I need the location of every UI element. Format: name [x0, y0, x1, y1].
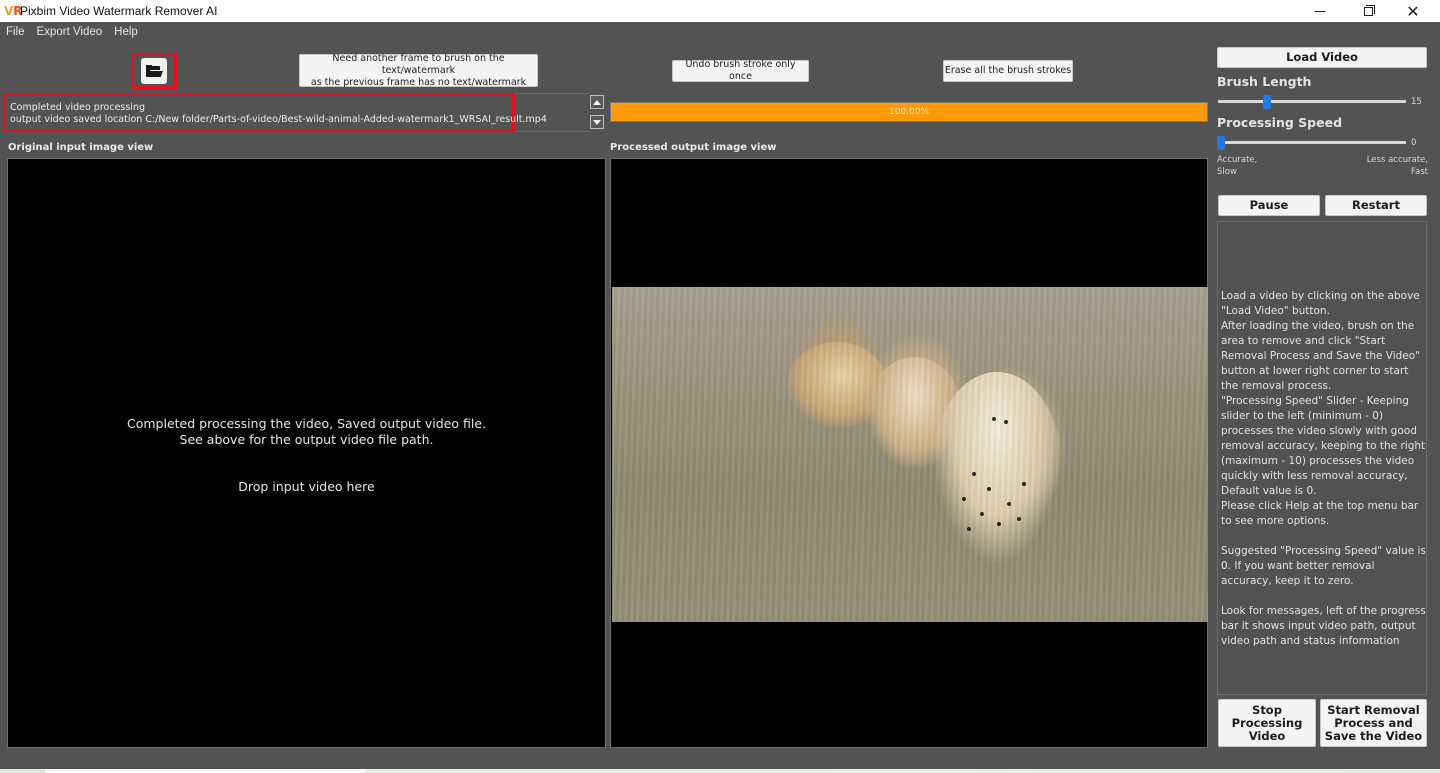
pause-button[interactable]: Pause — [1218, 195, 1320, 216]
menu-bar: File Export Video Help — [0, 22, 1440, 42]
minimize-icon — [1315, 10, 1325, 12]
completion-message-line-1: Completed processing the video, Saved ou… — [127, 416, 486, 431]
help-text-box: Load a video by clicking on the above "L… — [1217, 221, 1427, 695]
restore-button[interactable] — [1345, 0, 1391, 22]
output-image-view — [610, 158, 1208, 748]
open-video-button[interactable] — [141, 58, 167, 84]
window-title: Pixbim Video Watermark Remover AI — [20, 4, 218, 18]
progress-label: 100.00% — [888, 107, 930, 117]
processing-speed-slider-thumb[interactable] — [1217, 136, 1225, 150]
taskbar-edge — [0, 769, 1440, 773]
speed-hint-accurate: Accurate, Slow — [1217, 155, 1258, 177]
menu-export-video[interactable]: Export Video — [37, 26, 103, 38]
status-line-1: Completed video processing — [10, 102, 145, 113]
status-line-2: output video saved location C:/New folde… — [10, 114, 547, 125]
start-removal-button[interactable]: Start Removal Process and Save the Video — [1320, 699, 1427, 747]
folder-open-icon — [146, 65, 164, 77]
brush-length-value: 15 — [1411, 97, 1422, 107]
grass-texture — [612, 287, 1208, 622]
drop-video-hint: Drop input video here — [238, 479, 375, 494]
speed-hint-fast: Less accurate, Fast — [1366, 155, 1428, 177]
close-button[interactable]: ✕ — [1390, 0, 1436, 22]
erase-strokes-button[interactable]: Erase all the brush strokes — [943, 60, 1073, 82]
brush-length-label: Brush Length — [1217, 74, 1312, 89]
help-text: Load a video by clicking on the above "L… — [1221, 290, 1426, 647]
status-text: Completed video processing output video … — [10, 102, 547, 126]
close-icon: ✕ — [1406, 1, 1420, 21]
another-frame-button[interactable]: Need another frame to brush on the text/… — [299, 53, 538, 88]
completion-message-line-2: See above for the output video file path… — [179, 432, 434, 447]
input-image-view[interactable]: Completed processing the video, Saved ou… — [7, 158, 606, 748]
title-bar: VR Pixbim Video Watermark Remover AI ✕ — [0, 0, 1440, 22]
restart-button[interactable]: Restart — [1325, 195, 1427, 216]
status-message-box: Completed video processing output video … — [3, 93, 547, 132]
app-logo-icon: VR — [4, 4, 23, 18]
stop-processing-button[interactable]: Stop Processing Video — [1218, 699, 1316, 747]
brush-length-slider-track[interactable] — [1218, 100, 1406, 103]
output-video-frame — [612, 287, 1208, 622]
status-box-frame — [515, 93, 589, 132]
processing-speed-value: 0 — [1411, 138, 1417, 148]
menu-help[interactable]: Help — [114, 26, 138, 38]
minimize-button[interactable] — [1297, 0, 1343, 22]
undo-brush-button[interactable]: Undo brush stroke only once — [672, 59, 809, 82]
processing-speed-label: Processing Speed — [1217, 115, 1343, 130]
status-scroll-up-button[interactable] — [590, 95, 604, 109]
arrow-up-icon — [593, 99, 601, 105]
load-video-button[interactable]: Load Video — [1217, 47, 1427, 68]
open-folder-highlight — [131, 53, 177, 89]
progress-bar: 100.00% — [610, 102, 1208, 122]
menu-file[interactable]: File — [6, 26, 25, 38]
processing-speed-slider-track[interactable] — [1218, 141, 1406, 144]
restore-icon — [1363, 4, 1375, 16]
completion-message: Completed processing the video, Saved ou… — [8, 416, 605, 448]
output-view-label: Processed output image view — [610, 142, 777, 153]
arrow-down-icon — [593, 119, 601, 125]
brush-length-slider-thumb[interactable] — [1263, 95, 1271, 109]
input-view-label: Original input image view — [8, 142, 154, 153]
status-scroll-down-button[interactable] — [590, 115, 604, 129]
